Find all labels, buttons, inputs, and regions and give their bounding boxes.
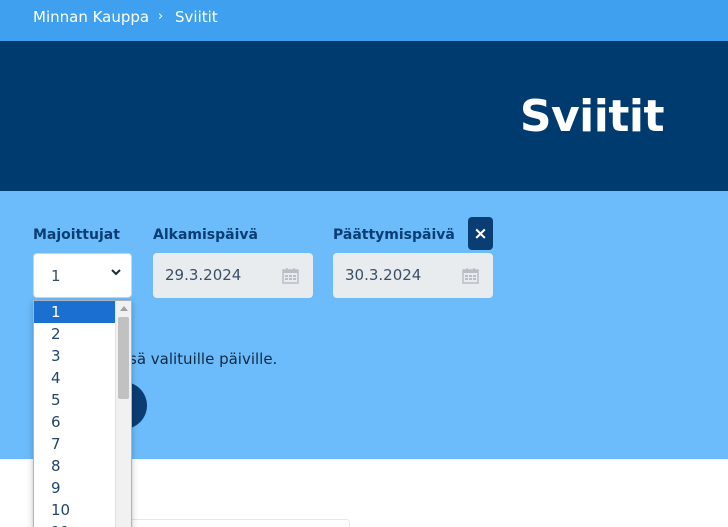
guests-select[interactable]: 1 [33, 253, 132, 298]
page-title: Sviitit [519, 91, 665, 142]
guests-dropdown-list[interactable]: 1 2 3 4 5 6 7 8 9 10 11 [33, 300, 132, 527]
dropdown-option[interactable]: 7 [34, 433, 117, 455]
dropdown-option[interactable]: 6 [34, 411, 117, 433]
chevron-down-icon [111, 269, 121, 276]
calendar-icon [462, 268, 479, 284]
end-date-label: Päättymispäivä [333, 227, 455, 243]
dropdown-scrollbar[interactable] [115, 301, 131, 527]
dropdown-options: 1 2 3 4 5 6 7 8 9 10 11 [34, 301, 117, 527]
close-icon: × [473, 223, 488, 244]
guests-select-value: 1 [51, 267, 61, 285]
breadcrumb-current: Sviitit [175, 8, 218, 26]
dropdown-option[interactable]: 2 [34, 323, 117, 345]
start-date-label: Alkamispäivä [153, 227, 258, 243]
top-bar: Minnan Kauppa › Sviitit [0, 0, 728, 41]
result-card-edge [128, 519, 350, 527]
dropdown-option[interactable]: 10 [34, 499, 117, 521]
dropdown-option[interactable]: 5 [34, 389, 117, 411]
start-date-value: 29.3.2024 [165, 266, 242, 284]
guests-label: Majoittujat [33, 227, 120, 243]
hero-banner: Sviitit [0, 41, 728, 191]
dropdown-option[interactable]: 3 [34, 345, 117, 367]
breadcrumb-home-link[interactable]: Minnan Kauppa [33, 8, 149, 26]
end-date-value: 30.3.2024 [345, 266, 422, 284]
dropdown-option[interactable]: 4 [34, 367, 117, 389]
end-date-field[interactable]: 30.3.2024 [333, 253, 493, 298]
scrollbar-thumb[interactable] [118, 317, 129, 399]
dropdown-option[interactable]: 11 [34, 521, 117, 527]
dropdown-option[interactable]: 1 [34, 301, 117, 323]
start-date-field[interactable]: 29.3.2024 [153, 253, 313, 298]
chevron-right-icon: › [158, 9, 164, 24]
clear-dates-button[interactable]: × [468, 217, 493, 250]
calendar-icon [282, 268, 299, 284]
dropdown-option[interactable]: 9 [34, 477, 117, 499]
scroll-up-arrow-icon[interactable] [120, 306, 128, 311]
availability-hint-text: sä valituille päiville. [129, 350, 278, 368]
dropdown-option[interactable]: 8 [34, 455, 117, 477]
